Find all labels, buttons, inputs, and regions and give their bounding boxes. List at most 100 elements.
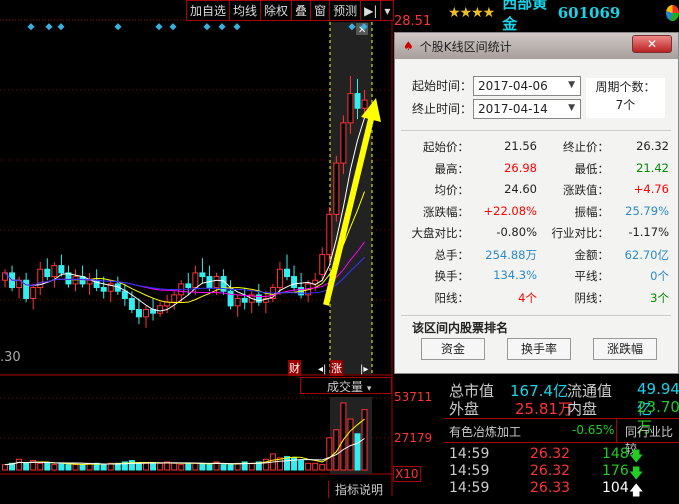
inner-vol-label: 内盘 [567,400,598,418]
volume-bar [227,464,234,471]
pie-chart-icon[interactable] [666,5,679,21]
candle-down [291,276,298,289]
finance-tag[interactable]: 财 [288,360,301,376]
industry-name[interactable]: 有色冶炼加工 [449,423,521,440]
forecast-button[interactable]: 预测 [330,1,362,20]
window-button[interactable]: 窗 [311,1,331,20]
range-handle-icon: |▸ [360,364,368,375]
volume-bar [199,462,206,471]
limit-up-tag[interactable]: 涨 [330,360,343,376]
volume-bar [23,462,30,471]
stat-label: 平线： [574,269,610,283]
stat-value: +22.08% [483,203,538,218]
volume-bar [206,464,213,471]
candle-up [30,287,37,300]
candle-down [284,268,290,278]
indicator-select[interactable]: 成交量 ▾ [300,377,392,394]
chevron-down-icon[interactable]: ▾ [381,1,393,20]
event-marker-icon [27,23,35,31]
ma-button[interactable]: 均线 [230,1,262,20]
stat-label: 行业对比： [551,226,610,240]
stat-value: 4个 [518,290,537,305]
pin-right-icon[interactable]: ▶| [361,1,382,20]
stat-label: 涨跌值： [563,183,609,197]
candle-down [199,272,206,278]
start-time-select[interactable]: 2017-04-06 ▼ [473,76,581,96]
stat-value: -1.17% [628,225,669,239]
candle-up [340,122,347,164]
stat-label: 起始价： [423,140,469,154]
start-time-value: 2017-04-06 [478,79,548,93]
rank-capital-button[interactable]: 资金 [421,338,485,360]
divider [401,315,671,316]
candle-up [51,265,58,278]
vol-axis-top: 53711 [394,390,433,404]
volume-bar [37,462,44,471]
volume-bar [312,462,319,471]
stat-value: 26.32 [636,139,669,153]
vol-multiplier: X10 [393,466,421,482]
candle-up [347,93,354,124]
candle-up [234,298,241,307]
candle-down [185,283,192,289]
candle-up [213,276,220,289]
ex-rights-button[interactable]: 除权 [261,1,293,20]
stat-value: +4.76 [633,182,669,196]
volume-bar [185,462,192,471]
volume-bar [298,460,305,471]
stat-label: 振幅： [574,204,610,219]
arrow-up-icon: 🡅 [629,483,644,499]
stat-value: 24.60 [504,182,537,196]
volume-bar [171,462,178,471]
volume-bar [354,433,361,471]
stat-value: 254.88万 [485,247,537,262]
volume-bar [150,462,157,471]
volume-bar [248,462,255,471]
ma5-line [4,117,366,312]
tick-price: 26.33 [530,480,571,496]
price-axis-top: 28.51 [394,14,432,29]
volume-bar [100,464,107,471]
stat-label: 终止价： [563,140,609,154]
stock-name: 西部黄金 [502,0,548,33]
candle-up [143,309,149,318]
stat-value: -0.80% [496,225,537,239]
rank-turnover-button[interactable]: 换手率 [507,338,571,360]
rating-stars: ★★★★ [448,5,495,21]
end-time-select[interactable]: 2017-04-14 ▼ [473,99,581,119]
volume-bar [44,462,51,471]
volume-bar [157,462,164,471]
dialog-title: 个股K线区间统计 [419,39,512,54]
stat-label: 大盘对比： [411,226,470,240]
volume-bar [58,462,65,471]
tick-row: 14:59 26.32 148 🡇 [445,446,679,465]
overlay-button[interactable]: 叠 [292,1,312,20]
outer-vol-label: 外盘 [449,400,480,418]
rank-change-button[interactable]: 涨跌幅 [593,338,657,360]
kline-chart[interactable]: ✕◂| |▸ [0,0,395,496]
volume-bar [51,464,58,471]
stat-value: 21.56 [504,139,537,153]
candle-down [135,309,142,318]
volume-bar [220,464,227,471]
tick-volume: 148 [602,446,629,462]
volume-bar [72,464,79,471]
stat-value: 21.42 [636,160,669,175]
add-watchlist-button[interactable]: 加自选 [187,1,231,20]
tick-price: 26.32 [530,446,571,462]
indicator-help-button[interactable]: 指标说明 [328,481,390,498]
start-time-label: 起始时间： [412,79,473,93]
volume-bar [192,462,199,471]
candle-up [171,294,178,303]
industry-compare-button[interactable]: 同行业比较 [616,419,679,456]
candle-down [23,279,30,300]
candle-up [192,272,199,289]
volume-bar [326,437,333,471]
candle-up [319,254,326,275]
tick-volume: 104 [602,480,629,496]
candle-down [58,265,65,274]
close-button[interactable]: ✕ [632,35,672,53]
stat-label: 均价： [434,183,470,197]
vol-ma5-line [4,418,365,466]
volume-bar [2,464,8,471]
